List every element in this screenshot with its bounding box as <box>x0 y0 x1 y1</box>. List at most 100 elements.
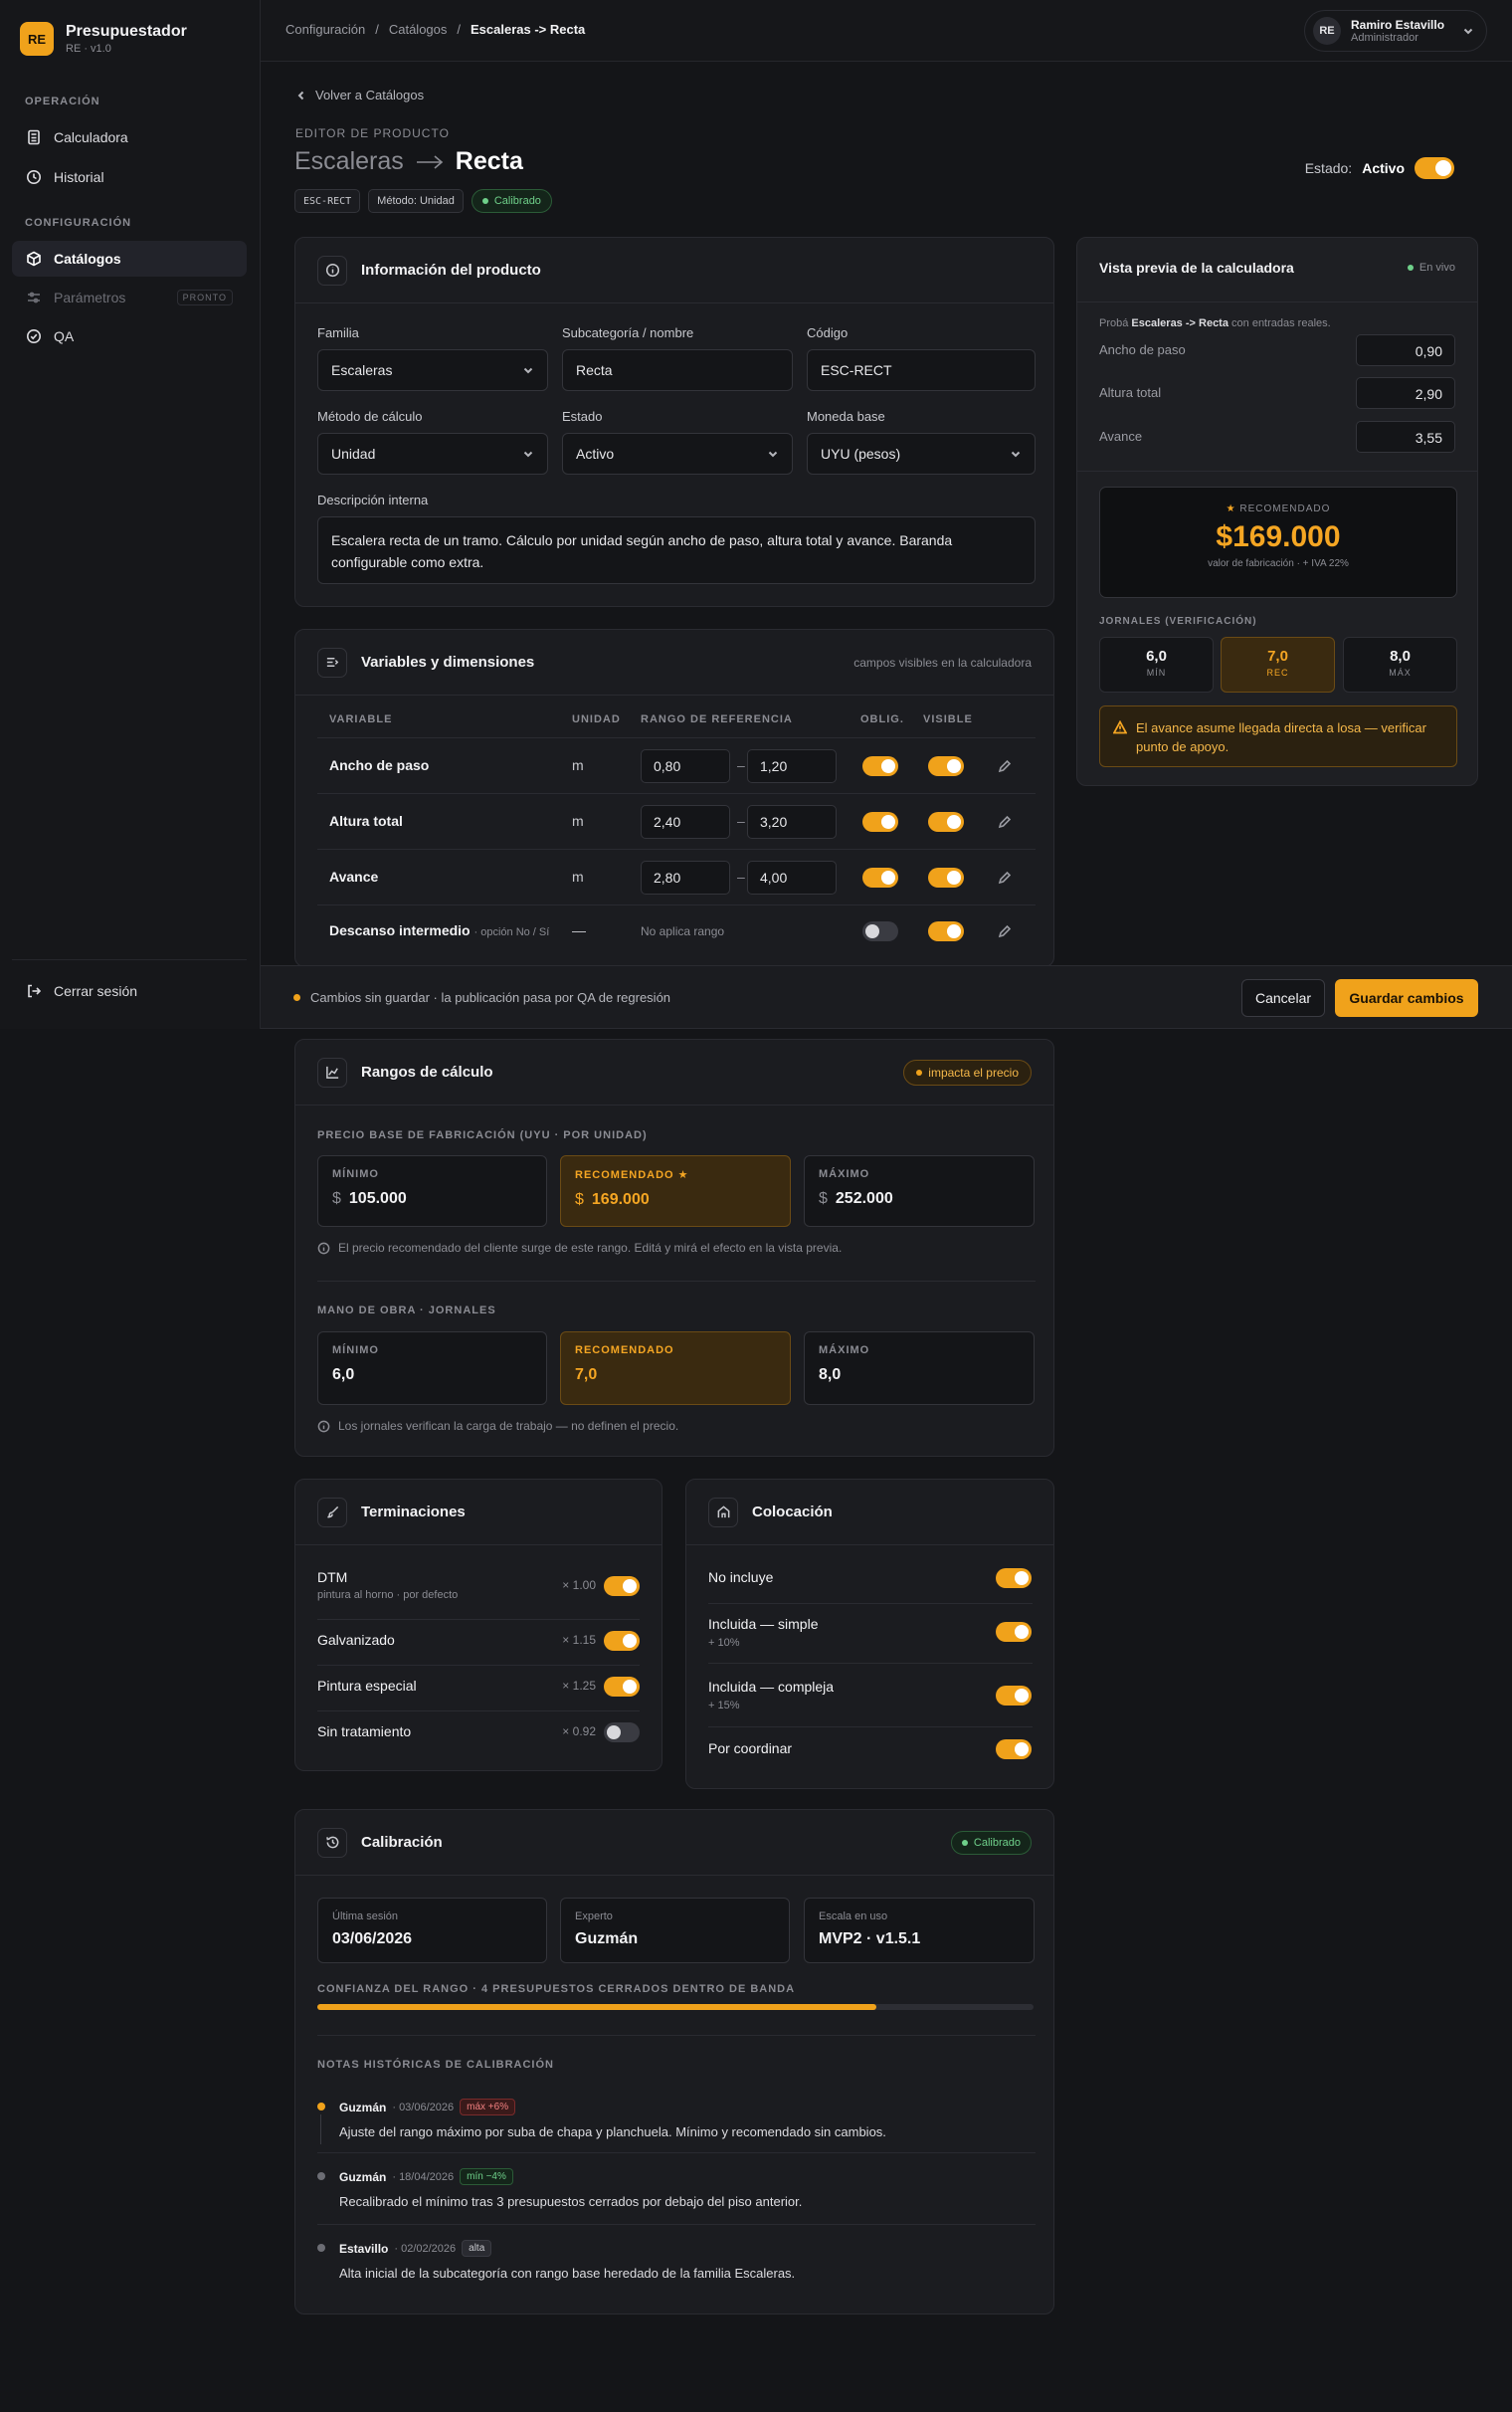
range-max-input[interactable]: 3,20 <box>747 805 837 839</box>
note-text: Recalibrado el mínimo tras 3 presupuesto… <box>339 2194 803 2209</box>
option-toggle[interactable] <box>604 1576 640 1596</box>
mano-max-input[interactable]: MÁXIMO 8,0 <box>804 1331 1035 1405</box>
oblig-toggle[interactable] <box>862 756 898 776</box>
jornales-value: 8,0 <box>1390 648 1411 665</box>
list-sliders-icon <box>317 647 347 678</box>
user-menu[interactable]: RE Ramiro Estavillo Administrador <box>1304 10 1487 52</box>
option-toggle[interactable] <box>604 1631 640 1651</box>
divider <box>317 2152 1036 2153</box>
familia-select[interactable]: Escaleras <box>317 349 548 391</box>
visible-toggle[interactable] <box>928 812 964 832</box>
star-icon: ★ <box>1226 503 1236 514</box>
edit-icon[interactable] <box>998 815 1012 829</box>
range-min-input[interactable]: 2,40 <box>641 805 730 839</box>
logout-button[interactable]: Cerrar sesión <box>12 973 247 1009</box>
warning-box: El avance asume llegada directa a losa —… <box>1099 705 1457 767</box>
oblig-toggle[interactable] <box>862 868 898 888</box>
row-divider <box>317 849 1036 850</box>
breadcrumb-item[interactable]: Catálogos <box>389 22 448 37</box>
codigo-input[interactable]: ESC-RECT <box>807 349 1036 391</box>
sidebar-item-calculadora[interactable]: Calculadora <box>12 119 247 155</box>
option-toggle[interactable] <box>604 1677 640 1697</box>
edit-icon[interactable] <box>998 871 1012 885</box>
impact-label: impacta el precio <box>928 1066 1019 1080</box>
arrow-right-icon <box>416 154 443 169</box>
save-button[interactable]: Guardar cambios <box>1335 979 1478 1017</box>
sidebar-item-label: Historial <box>54 169 104 185</box>
estado-toggle[interactable] <box>1415 157 1454 179</box>
sidebar-item-historial[interactable]: Historial <box>12 159 247 195</box>
option-toggle[interactable] <box>604 1722 640 1742</box>
desc-textarea[interactable]: Escalera recta de un tramo. Cálculo por … <box>317 516 1036 584</box>
notas-label: NOTAS HISTÓRICAS DE CALIBRACIÓN <box>317 2059 554 2071</box>
sidebar-section-configuracion: CONFIGURACIÓN <box>25 217 132 229</box>
option-sub: + 15% <box>708 1700 740 1711</box>
sidebar-item-qa[interactable]: QA <box>12 318 247 354</box>
mano-value: 7,0 <box>575 1366 598 1383</box>
topbar: Configuración / Catálogos / Escaleras ->… <box>261 0 1512 62</box>
precio-max-input[interactable]: MÁXIMO $252.000 <box>804 1155 1035 1227</box>
recommended-box: ★ RECOMENDADO $169.000 valor de fabricac… <box>1099 487 1457 598</box>
variable-unit: m <box>572 757 584 773</box>
divider <box>317 2224 1036 2225</box>
precio-amount: 105.000 <box>348 1190 407 1207</box>
variable-unit: — <box>572 922 586 938</box>
preview-ancho-input[interactable]: 0,90 <box>1356 334 1455 366</box>
mano-rec-input[interactable]: RECOMENDADO 7,0 <box>560 1331 791 1405</box>
precio-rec-input[interactable]: RECOMENDADO ★ $169.000 <box>560 1155 791 1227</box>
estado-select[interactable]: Activo <box>562 433 793 475</box>
card-title: Información del producto <box>361 262 541 279</box>
range-max-input[interactable]: 4,00 <box>747 861 837 895</box>
visible-toggle[interactable] <box>928 868 964 888</box>
variable-unit: m <box>572 869 584 885</box>
sidebar-item-catalogos[interactable]: Catálogos <box>12 241 247 277</box>
calibrado-label: Calibrado <box>973 1836 1021 1849</box>
option-toggle[interactable] <box>996 1739 1032 1759</box>
mano-hint: Los jornales verifican la carga de traba… <box>317 1419 678 1433</box>
calibrado-dot <box>961 1839 968 1846</box>
brand[interactable]: RE Presupuestador RE · v1.0 <box>20 22 187 56</box>
precio-min-input[interactable]: MÍNIMO $105.000 <box>317 1155 547 1227</box>
jornales-label: JORNALES (VERIFICACIÓN) <box>1099 616 1257 627</box>
option-toggle[interactable] <box>996 1622 1032 1642</box>
user-role: Administrador <box>1351 32 1418 44</box>
range-min-input[interactable]: 2,80 <box>641 861 730 895</box>
subcat-label: Subcategoría / nombre <box>562 325 694 340</box>
range-min-input[interactable]: 0,80 <box>641 749 730 783</box>
card-title: Rangos de cálculo <box>361 1064 493 1081</box>
range-max-input[interactable]: 1,20 <box>747 749 837 783</box>
no-range-text: No aplica rango <box>641 924 725 938</box>
cancel-button[interactable]: Cancelar <box>1241 979 1325 1017</box>
sidebar-item-parametros[interactable]: Parámetros PRONTO <box>12 280 247 315</box>
option-toggle[interactable] <box>996 1686 1032 1706</box>
moneda-select[interactable]: UYU (pesos) <box>807 433 1036 475</box>
familia-value: Escaleras <box>331 362 393 378</box>
breadcrumb-item[interactable]: Configuración <box>285 22 365 37</box>
card-title: Colocación <box>752 1504 833 1520</box>
preview-title: Vista previa de la calculadora <box>1099 260 1294 276</box>
mano-value: 6,0 <box>332 1366 355 1383</box>
preview-altura-input[interactable]: 2,90 <box>1356 377 1455 409</box>
subcat-input[interactable]: Recta <box>562 349 793 391</box>
jornales-caption: MÁX <box>1389 668 1412 678</box>
oblig-toggle[interactable] <box>862 812 898 832</box>
visible-toggle[interactable] <box>928 756 964 776</box>
visible-toggle[interactable] <box>928 921 964 941</box>
live-dot <box>1407 265 1414 271</box>
metodo-select[interactable]: Unidad <box>317 433 548 475</box>
back-link[interactable]: Volver a Catálogos <box>295 88 424 102</box>
edit-icon[interactable] <box>998 759 1012 773</box>
edit-icon[interactable] <box>998 924 1012 938</box>
mano-min-input[interactable]: MÍNIMO 6,0 <box>317 1331 547 1405</box>
calibrado-badge: Calibrado <box>950 1830 1032 1855</box>
option-toggle[interactable] <box>996 1568 1032 1588</box>
estado-select-value: Activo <box>576 446 615 462</box>
mano-caption: RECOMENDADO <box>575 1344 674 1356</box>
oblig-toggle[interactable] <box>862 921 898 941</box>
history-note: Guzmán · 03/06/2026 máx +6% Ajuste del ran… <box>317 2099 1034 2168</box>
confianza-fill <box>317 2004 876 2010</box>
preview-avance-input[interactable]: 3,55 <box>1356 421 1455 453</box>
row-divider <box>317 904 1036 905</box>
card-title: Variables y dimensiones <box>361 654 535 671</box>
row-divider <box>317 793 1036 794</box>
